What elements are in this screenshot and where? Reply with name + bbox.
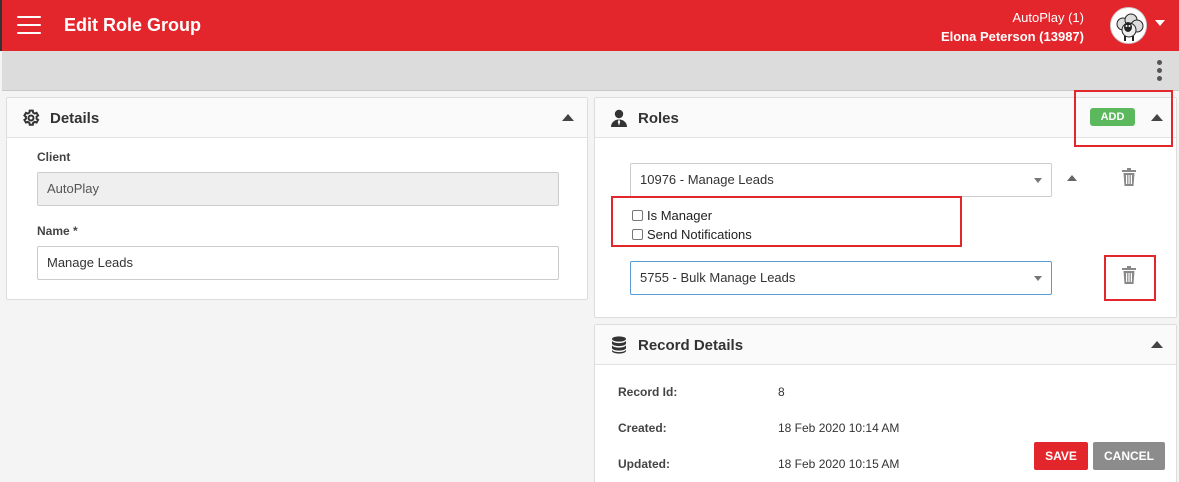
record-details-collapse-caret-icon[interactable] (1151, 341, 1163, 348)
role-select-2[interactable]: 5755 - Bulk Manage Leads (630, 261, 1052, 295)
sub-toolbar (2, 51, 1179, 91)
sheep-avatar-icon (1111, 8, 1146, 43)
highlight-delete-button (1104, 255, 1156, 301)
record-id-label: Record Id: (618, 385, 678, 399)
delete-role-1-icon[interactable] (1122, 168, 1136, 186)
roles-title: Roles (638, 110, 679, 127)
user-avatar[interactable] (1110, 7, 1147, 44)
client-field: AutoPlay (37, 172, 559, 206)
top-app-bar: Edit Role Group AutoPlay (1) Elona Peter… (0, 0, 1179, 51)
details-card-header[interactable]: Details (7, 98, 587, 138)
details-collapse-caret-icon[interactable] (562, 114, 574, 121)
database-icon (612, 336, 626, 354)
highlight-role-options (611, 196, 962, 247)
role-select-2-value: 5755 - Bulk Manage Leads (640, 270, 796, 285)
client-label: Client (37, 150, 71, 164)
cancel-button[interactable]: CANCEL (1093, 442, 1165, 470)
record-id-value: 8 (778, 385, 785, 399)
save-button[interactable]: SAVE (1034, 442, 1088, 470)
account-name: AutoPlay (1) (1012, 10, 1084, 25)
person-icon (611, 109, 627, 127)
role-select-1-value: 10976 - Manage Leads (640, 172, 774, 187)
details-card: Details Client AutoPlay Name * Manage Le… (6, 97, 588, 300)
page-title: Edit Role Group (64, 15, 201, 35)
name-input[interactable]: Manage Leads (37, 246, 559, 280)
hamburger-menu-icon[interactable] (17, 16, 41, 34)
updated-label: Updated: (618, 457, 670, 471)
chevron-down-icon (1034, 178, 1042, 183)
user-info: AutoPlay (1) Elona Peterson (13987) (941, 8, 1084, 46)
user-menu-caret-icon[interactable] (1155, 20, 1165, 26)
record-details-card-header[interactable]: Record Details (595, 325, 1176, 365)
gear-icon (23, 109, 40, 126)
chevron-down-icon (1034, 276, 1042, 281)
updated-value: 18 Feb 2020 10:15 AM (778, 457, 900, 471)
created-value: 18 Feb 2020 10:14 AM (778, 421, 900, 435)
created-label: Created: (618, 421, 667, 435)
user-name: Elona Peterson (13987) (940, 29, 1084, 44)
name-label: Name * (37, 224, 78, 238)
record-details-title: Record Details (638, 337, 744, 354)
highlight-add-button (1074, 90, 1173, 147)
more-options-icon[interactable] (1157, 60, 1163, 82)
role-1-collapse-caret-icon[interactable] (1067, 175, 1077, 181)
role-select-1[interactable]: 10976 - Manage Leads (630, 163, 1052, 197)
details-title: Details (50, 110, 100, 127)
record-details-card: Record Details Record Id: 8 Created: 18 … (594, 324, 1177, 482)
